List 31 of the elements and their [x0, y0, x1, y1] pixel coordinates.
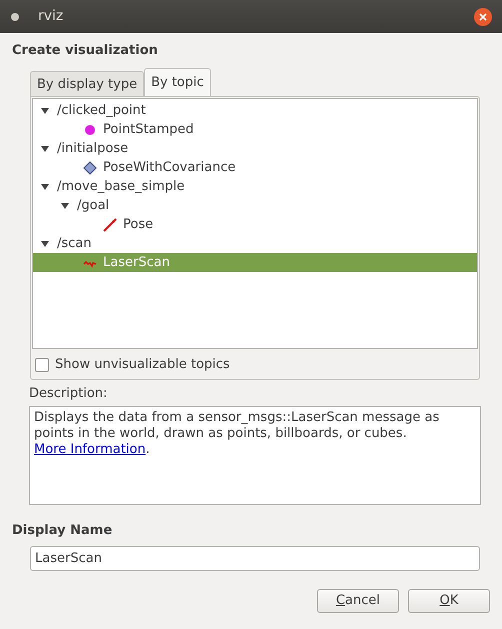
- tree-item-label[interactable]: /clicked_point: [57, 100, 146, 120]
- expander-icon[interactable]: [41, 144, 49, 152]
- diamond-icon: [83, 160, 97, 174]
- window-menu-icon[interactable]: [10, 12, 20, 22]
- tree-item-label[interactable]: /initialpose: [57, 138, 128, 158]
- point-icon: [83, 122, 97, 136]
- expander-icon[interactable]: [61, 202, 69, 210]
- link[interactable]: More Information: [34, 442, 146, 457]
- field-label: Description:: [29, 384, 108, 402]
- tree-item-label[interactable]: /goal: [77, 196, 110, 216]
- section-heading: Display Name: [12, 522, 114, 540]
- close-icon[interactable]: [474, 8, 492, 26]
- dialog-button[interactable]: Cancel: [317, 588, 399, 612]
- checkbox-label[interactable]: Show unvisualizable topics: [55, 355, 230, 374]
- tab[interactable]: By topic: [144, 68, 211, 96]
- arrow-icon: [103, 218, 117, 232]
- window-title: rviz: [38, 7, 64, 26]
- tab[interactable]: By display type: [30, 70, 144, 96]
- expander-icon[interactable]: [41, 182, 49, 190]
- tree-item-label[interactable]: PointStamped: [103, 120, 194, 140]
- section-heading: Create visualization: [12, 42, 159, 60]
- dialog-button[interactable]: OK: [408, 588, 490, 612]
- text-field[interactable]: LaserScan: [30, 546, 480, 570]
- expander-icon[interactable]: [41, 106, 49, 114]
- tree-item-label[interactable]: /scan: [57, 234, 92, 254]
- tree-item-label[interactable]: /move_base_simple: [57, 176, 185, 196]
- expander-icon[interactable]: [41, 240, 49, 248]
- description-text: Displays the data from a sensor_msgs::LaserScan message as points in the world, drawn as points, billboards, or cubes. More Information.: [34, 410, 440, 458]
- tree-item-label[interactable]: Pose: [123, 214, 154, 234]
- checkbox[interactable]: [35, 358, 49, 372]
- tree-item-label[interactable]: PoseWithCovariance: [103, 158, 236, 178]
